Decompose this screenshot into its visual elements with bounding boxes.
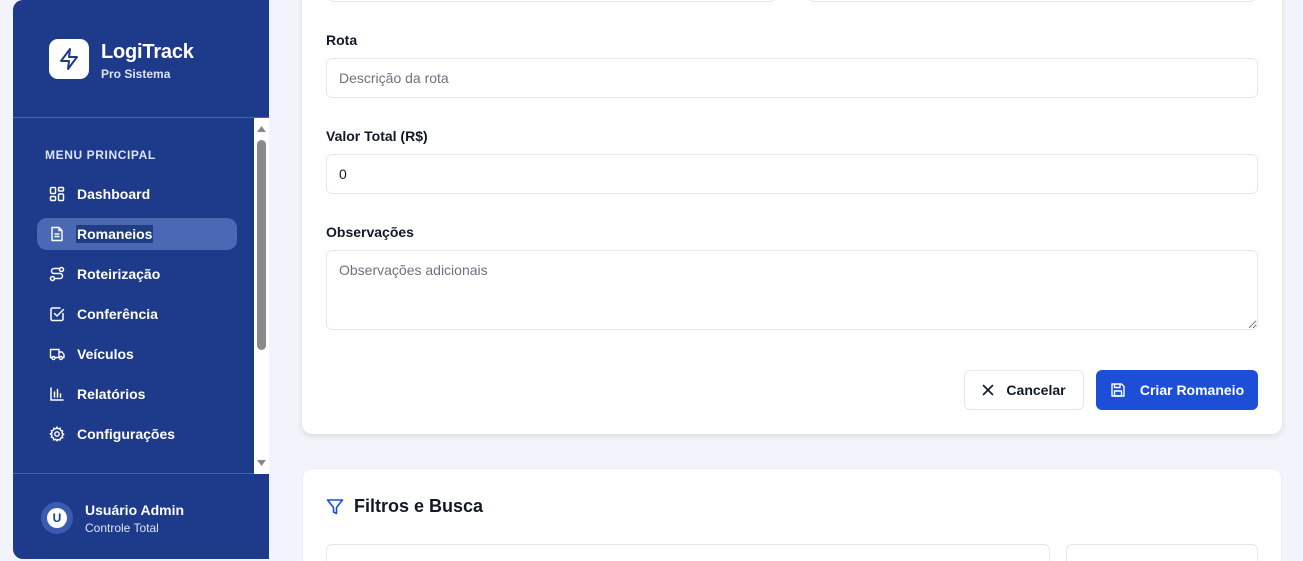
- notes-label: Observações: [326, 224, 414, 240]
- filters-title: Filtros e Busca: [354, 496, 484, 516]
- brand-subtitle: Pro Sistema: [101, 67, 171, 81]
- menu-scrollbar[interactable]: [254, 118, 269, 474]
- route-label: Rota: [326, 32, 358, 48]
- dashboard-grid-icon: [49, 186, 65, 202]
- notes-textarea[interactable]: [326, 250, 1258, 330]
- sidebar-item-label: Configurações: [77, 426, 176, 442]
- sidebar-item-romaneios[interactable]: Romaneios: [37, 218, 237, 250]
- route-icon: [49, 266, 65, 282]
- main-menu: MENU PRINCIPAL Dashboard Romaneios Rotei…: [13, 118, 269, 474]
- avatar: U: [41, 502, 73, 534]
- total-value-input[interactable]: [326, 154, 1258, 194]
- sidebar-item-conferencia[interactable]: Conferência: [37, 298, 237, 330]
- truck-icon: [49, 346, 65, 362]
- user-name: Usuário Admin: [85, 502, 185, 518]
- sidebar-item-relatorios[interactable]: Relatórios: [37, 378, 237, 410]
- document-icon: [49, 226, 65, 242]
- status-filter-select[interactable]: [1066, 544, 1258, 561]
- scroll-down-arrow-icon[interactable]: [256, 458, 267, 468]
- menu-heading: MENU PRINCIPAL: [45, 148, 156, 162]
- sidebar-item-label: Dashboard: [77, 186, 151, 202]
- sidebar-item-label: Conferência: [77, 306, 158, 322]
- sidebar-item-dashboard[interactable]: Dashboard: [37, 178, 237, 210]
- lightning-icon: [49, 39, 89, 79]
- brand-title: LogiTrack: [101, 41, 194, 63]
- gear-icon: [49, 426, 65, 442]
- filters-header: Filtros e Busca: [326, 496, 483, 517]
- sidebar-item-roteirizacao[interactable]: Roteirização: [37, 258, 237, 290]
- save-icon: [1110, 382, 1126, 398]
- sidebar-item-configuracoes[interactable]: Configurações: [37, 418, 237, 450]
- close-icon: [982, 384, 994, 396]
- scroll-thumb[interactable]: [257, 140, 266, 350]
- sidebar: LogiTrack Pro Sistema MENU PRINCIPAL Das…: [13, 0, 269, 559]
- cancel-button[interactable]: Cancelar: [964, 370, 1084, 410]
- brand-header: LogiTrack Pro Sistema: [13, 0, 269, 118]
- scroll-up-arrow-icon[interactable]: [256, 124, 267, 134]
- bar-chart-icon: [49, 386, 65, 402]
- sidebar-item-label: Roteirização: [77, 266, 161, 282]
- route-input[interactable]: [326, 58, 1258, 98]
- sidebar-item-label: Romaneios: [75, 225, 154, 243]
- cancel-label: Cancelar: [1006, 382, 1066, 398]
- avatar-initial: U: [47, 508, 67, 528]
- user-role: Controle Total: [85, 521, 159, 535]
- sidebar-item-label: Relatórios: [77, 386, 146, 402]
- create-label: Criar Romaneio: [1139, 382, 1245, 398]
- user-profile[interactable]: U Usuário Admin Controle Total: [13, 475, 269, 559]
- filter-funnel-icon: [326, 498, 344, 516]
- search-input[interactable]: [326, 544, 1050, 561]
- previous-fields-edge: [326, 0, 1258, 2]
- total-value-label: Valor Total (R$): [326, 128, 428, 144]
- sidebar-item-label: Veículos: [77, 346, 134, 362]
- previous-field-left[interactable]: [326, 0, 778, 2]
- previous-field-right[interactable]: [806, 0, 1258, 2]
- check-square-icon: [49, 306, 65, 322]
- sidebar-item-veiculos[interactable]: Veículos: [37, 338, 237, 370]
- create-romaneio-button[interactable]: Criar Romaneio: [1096, 370, 1258, 410]
